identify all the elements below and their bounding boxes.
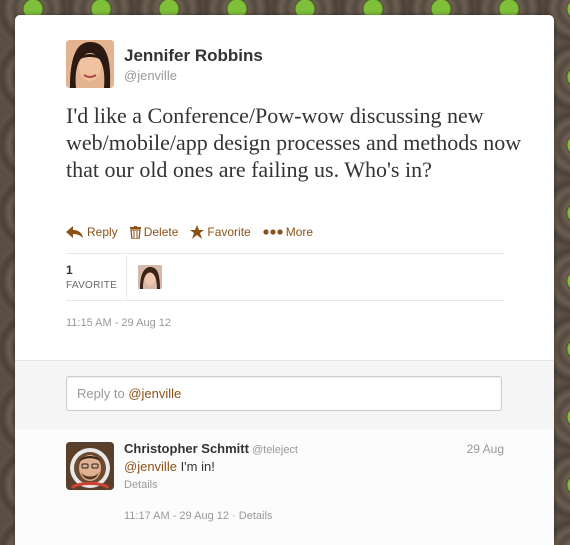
tweet-actions: Reply Delete Favorite More xyxy=(66,225,313,239)
reply-author-handle: @teleject xyxy=(251,444,298,456)
favorite-count-label: FAVORITE xyxy=(66,280,118,291)
reply-body: I'm in! xyxy=(176,459,215,474)
tweet-timestamp[interactable]: 11:15 AM - 29 Aug 12 xyxy=(66,317,171,329)
reply-tweet[interactable]: Christopher Schmitt @teleject 29 Aug @jen… xyxy=(15,429,554,545)
reply-mention-link[interactable]: @jenville xyxy=(124,459,177,474)
reply-input[interactable]: Reply to @jenville xyxy=(66,376,502,411)
favorite-label: Favorite xyxy=(207,225,251,239)
reply-placeholder-mention: @jenville xyxy=(128,386,182,401)
reply-author-name: Christopher Schmitt xyxy=(124,441,249,456)
tweet-main: Jennifer Robbins @jenville I'd like a Co… xyxy=(15,15,554,360)
reply-date[interactable]: 29 Aug xyxy=(467,442,504,456)
stats-bottom-divider xyxy=(66,300,504,301)
reply-area: Reply to @jenville xyxy=(15,360,554,430)
reply-text: @jenville I'm in! xyxy=(124,459,215,474)
more-label: More xyxy=(285,225,314,239)
stats-vertical-divider xyxy=(126,255,127,299)
favorite-count[interactable]: 1 xyxy=(66,263,73,277)
delete-label: Delete xyxy=(143,225,179,239)
star-icon xyxy=(190,225,205,239)
reply-button[interactable]: Reply xyxy=(66,225,118,239)
reply-author[interactable]: Christopher Schmitt @teleject xyxy=(124,441,298,456)
author-name[interactable]: Jennifer Robbins xyxy=(124,46,263,66)
tweet-text: I'd like a Conference/Pow-wow discussing… xyxy=(66,103,522,182)
reply-arrow-icon xyxy=(66,226,83,238)
tweet-card: Jennifer Robbins @jenville I'd like a Co… xyxy=(15,15,554,545)
trash-icon xyxy=(129,225,141,239)
ellipsis-icon xyxy=(263,229,283,235)
reply-label: Reply xyxy=(87,225,118,239)
more-button[interactable]: More xyxy=(263,225,313,239)
reply-placeholder-prefix: Reply to xyxy=(77,386,129,401)
stats-top-divider xyxy=(66,253,504,254)
author-avatar[interactable] xyxy=(66,40,114,88)
favoriter-avatar[interactable] xyxy=(138,265,162,289)
author-handle[interactable]: @jenville xyxy=(124,68,177,83)
delete-button[interactable]: Delete xyxy=(129,225,179,239)
reply-details-link[interactable]: Details xyxy=(124,479,158,491)
reply-author-avatar[interactable] xyxy=(66,442,114,490)
favorite-button[interactable]: Favorite xyxy=(190,225,251,239)
reply-timestamp[interactable]: 11:17 AM - 29 Aug 12 · Details xyxy=(124,510,272,522)
